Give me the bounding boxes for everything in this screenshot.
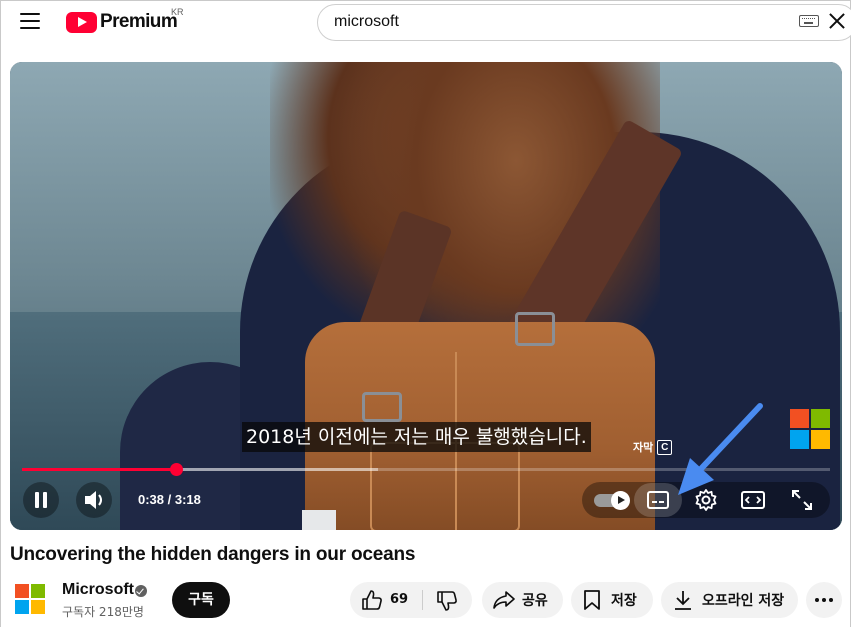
captions-tooltip: 자막 C: [633, 436, 673, 458]
fullscreen-icon[interactable]: [790, 488, 814, 512]
offline-save-label: 오프라인 저장: [702, 593, 785, 609]
close-icon[interactable]: [827, 11, 847, 31]
offline-save-button[interactable]: 오프라인 저장: [661, 582, 798, 618]
youtube-play-icon: [66, 11, 97, 33]
region-label: KR: [171, 7, 184, 17]
captions-icon: [647, 491, 669, 509]
progress-scrubber[interactable]: [169, 463, 183, 476]
logo-text: Premium: [100, 11, 178, 32]
more-actions-button[interactable]: [806, 582, 842, 618]
thumbs-up-icon[interactable]: [361, 589, 383, 611]
share-button[interactable]: 공유: [482, 582, 563, 618]
thumbs-down-icon[interactable]: [436, 590, 458, 612]
like-dislike-group: 69: [350, 582, 472, 618]
download-icon: [675, 591, 691, 610]
caption-text: 2018년 이전에는 저는 매우 불행했습니다.: [242, 422, 591, 452]
volume-icon: [85, 491, 102, 509]
annotation-arrow: [678, 403, 763, 495]
pause-button[interactable]: [23, 482, 59, 518]
keyboard-icon[interactable]: [799, 15, 819, 27]
save-label: 저장: [611, 593, 637, 609]
like-count[interactable]: 69: [390, 592, 408, 607]
subscriber-count: 구독자 218만명: [62, 605, 144, 619]
subscribe-button[interactable]: 구독: [172, 582, 230, 618]
save-button[interactable]: 저장: [571, 582, 653, 618]
bookmark-icon: [584, 590, 600, 610]
search-box[interactable]: [317, 4, 851, 41]
more-horizontal-icon: [815, 598, 819, 602]
share-icon: [493, 591, 515, 609]
menu-button[interactable]: [20, 13, 40, 29]
channel-name[interactable]: Microsoft: [62, 581, 134, 599]
video-player[interactable]: 2018년 이전에는 저는 매우 불행했습니다. 자막 C 0:38 / 3:1…: [10, 62, 842, 530]
progress-played: [22, 468, 176, 471]
time-display: 0:38 / 3:18: [138, 492, 201, 507]
hamburger-icon: [20, 13, 40, 15]
youtube-premium-logo[interactable]: Premium: [66, 10, 178, 34]
volume-button[interactable]: [76, 482, 112, 518]
tooltip-label: 자막: [633, 442, 654, 454]
microsoft-logo-watermark: [790, 409, 830, 449]
autoplay-play-icon: [611, 491, 630, 510]
verified-badge-icon: [135, 585, 147, 597]
autoplay-toggle[interactable]: [594, 491, 630, 510]
search-input[interactable]: [334, 13, 734, 31]
share-label: 공유: [522, 593, 548, 609]
video-title: Uncovering the hidden dangers in our oce…: [10, 544, 416, 565]
channel-avatar[interactable]: [15, 584, 45, 614]
